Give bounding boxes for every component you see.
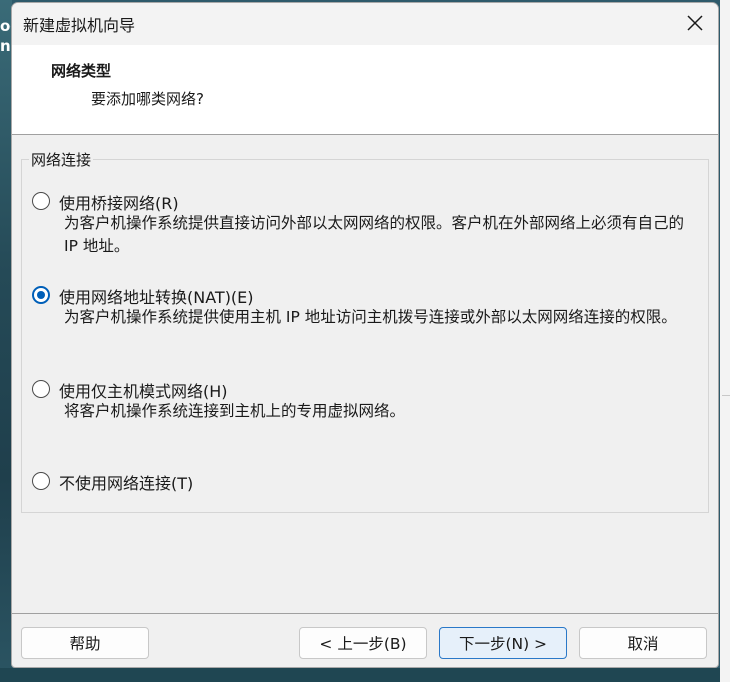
- option-label: 使用网络地址转换(NAT)(E): [59, 288, 254, 307]
- wizard-header: 网络类型 要添加哪类网络?: [12, 45, 718, 135]
- option-label: 使用仅主机模式网络(H): [59, 382, 228, 401]
- option-description: 为客户机操作系统提供使用主机 IP 地址访问主机拨号连接或外部以太网网络连接的权…: [64, 308, 677, 326]
- option-description: 为客户机操作系统提供直接访问外部以太网网络的权限。客户机在外部网络上必须有自己的…: [64, 214, 685, 255]
- title-bar: 新建虚拟机向导: [12, 3, 718, 45]
- next-button[interactable]: 下一步(N) >: [439, 627, 567, 659]
- option-description: 将客户机操作系统连接到主机上的专用虚拟网络。: [64, 402, 406, 420]
- group-label: 网络连接: [29, 149, 94, 170]
- cancel-button[interactable]: 取消: [579, 627, 707, 659]
- new-vm-wizard-dialog: 新建虚拟机向导 网络类型 要添加哪类网络? 网络连接 使用桥接网络(R) 为客户…: [11, 2, 719, 668]
- radio-host-only[interactable]: [32, 380, 50, 398]
- footer-divider: [12, 613, 718, 614]
- help-button[interactable]: 帮助: [21, 627, 149, 659]
- option-label: 使用桥接网络(R): [59, 194, 179, 213]
- close-icon: [687, 15, 703, 31]
- background-window-edge: [720, 0, 730, 682]
- window-title: 新建虚拟机向导: [23, 16, 136, 35]
- page-title: 网络类型: [51, 62, 112, 80]
- radio-nat[interactable]: [32, 286, 50, 304]
- radio-bridged[interactable]: [32, 192, 50, 210]
- radio-no-network[interactable]: [32, 472, 50, 490]
- background-window-divider: [722, 395, 730, 396]
- back-button[interactable]: < 上一步(B): [299, 627, 427, 659]
- page-subtitle: 要添加哪类网络?: [91, 90, 204, 108]
- option-label: 不使用网络连接(T): [59, 474, 194, 493]
- desktop-background-bottom: [0, 668, 730, 682]
- close-button[interactable]: [672, 3, 718, 43]
